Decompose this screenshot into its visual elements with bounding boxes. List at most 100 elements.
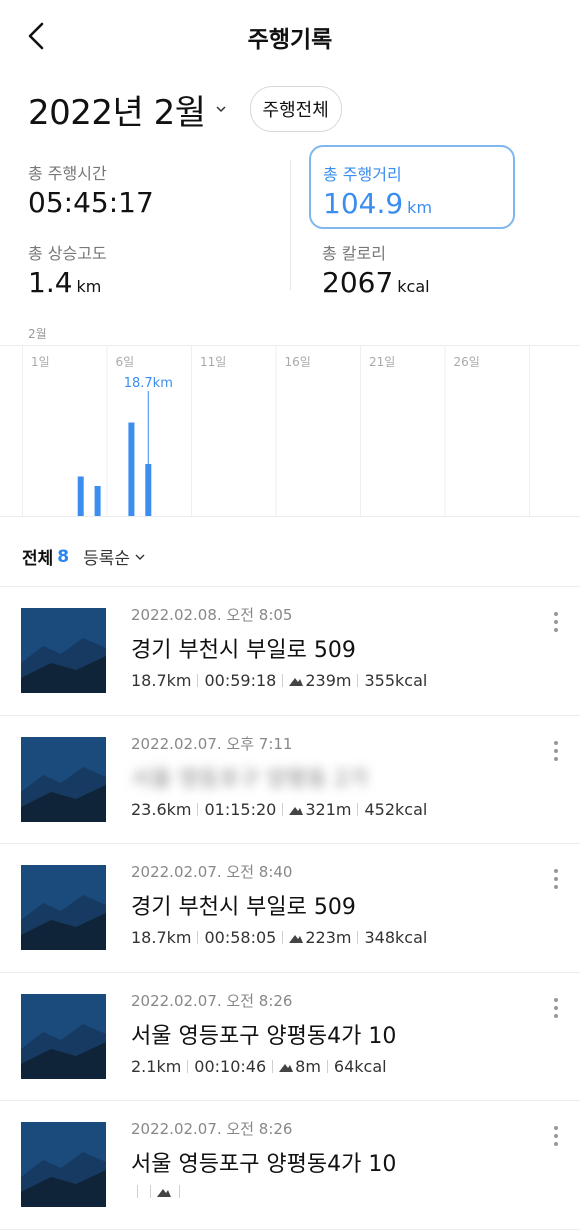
elevation-icon [289,806,304,815]
app-header: 주행기록 [0,0,580,72]
record-item[interactable]: 2022.02.07. 오후 7:11 서울 영등포구 양평동 2가 23.6km 0… [0,715,580,843]
record-distance: 18.7km [131,928,192,947]
record-address: 경기 부천시 부일로 509 [131,638,356,663]
route-thumbnail [21,993,106,1079]
month-selector-row: 2022년 2월 주행전체 [28,84,342,134]
stat-label: 총 주행시간 [28,164,107,183]
list-all-label: 전체 [22,549,54,569]
x-tick-label: 21일 [369,355,395,369]
stat-value: 2067 [322,266,394,299]
page-title: 주행기록 [247,27,333,53]
record-duration: 00:58:05 [204,928,277,947]
record-address: 서울 영등포구 양평동 2가 [131,766,369,792]
record-distance: 18.7km [131,671,192,690]
more-options-icon[interactable] [552,1124,560,1148]
record-metrics: 23.6km 01:15:20 321m 452kcal [131,800,427,819]
x-tick-label: 16일 [285,355,311,369]
ride-filter-button[interactable]: 주행전체 [249,86,342,132]
stat-label: 총 칼로리 [322,244,386,263]
record-item[interactable]: 2022.02.08. 오전 8:05 경기 부천시 부일로 509 18.7km 0… [0,586,580,714]
chart-bar [77,476,84,516]
x-tick-label: 1일 [31,355,50,369]
chevron-down-icon[interactable] [214,102,228,116]
stat-value: 05:45:17 [28,186,154,219]
record-duration: 01:15:20 [204,799,277,819]
stat-value: 104.9 [323,187,404,220]
stat-value-row: 1.4 km [28,266,107,299]
record-duration: 00:10:46 [194,1056,267,1076]
stat-value: 1.4 [28,266,73,299]
record-elevation: 8m [295,1056,321,1076]
metric-separator [197,674,199,687]
record-calories: 64kcal [333,1056,387,1076]
record-metrics: 2.1km 00:10:46 8m 64kcal [131,1057,387,1076]
metric-separator [197,931,199,944]
chart-bar [94,486,101,516]
chart-month-label: 2월 [28,327,47,341]
elevation-icon [157,1189,171,1197]
metric-separator [137,1185,138,1198]
x-tick-label: 26일 [454,355,480,369]
more-options-icon[interactable] [552,610,560,634]
list-count: 8 [57,546,70,567]
record-date: 2022.02.07. 오전 8:26 [131,1120,293,1138]
daily-distance-chart[interactable]: 1일 6일 11일 16일 21일 26일 18.7km [0,345,580,517]
highlight-value-label: 18.7km [124,376,173,391]
record-metrics [131,1185,186,1198]
month-selector[interactable]: 2022년 2월 [28,85,206,134]
more-options-icon[interactable] [552,996,560,1020]
metric-separator [282,674,284,687]
record-item[interactable]: 2022.02.07. 오전 8:26 서울 영등포구 양평동4가 10 2.1km… [0,972,580,1100]
metric-separator [150,1185,151,1198]
metric-separator [187,1059,189,1073]
stat-total-elevation[interactable]: 총 상승고도 1.4 km [28,240,107,299]
stat-total-calories[interactable]: 총 칼로리 2067 kcal [322,240,430,299]
record-date: 2022.02.08. 오전 8:05 [131,606,293,624]
metric-separator [357,931,359,944]
route-thumbnail [21,1122,106,1207]
elevation-icon [279,1063,294,1072]
metric-separator [326,1059,328,1073]
record-elevation: 223m [305,928,352,947]
record-metrics: 18.7km 00:58:05 223m 348kcal [131,928,427,947]
stat-value-row: 2067 kcal [322,266,430,299]
route-thumbnail [21,736,106,822]
elevation-icon [289,935,304,943]
elevation-icon [289,678,304,686]
more-options-icon[interactable] [552,867,560,891]
record-metrics: 18.7km 00:59:18 239m 355kcal [131,671,427,690]
chevron-down-icon[interactable] [134,551,146,563]
record-address: 서울 영등포구 양평동4가 10 [131,1023,397,1049]
record-duration: 00:59:18 [204,671,277,690]
sort-dropdown[interactable]: 등록순 [83,544,130,569]
record-distance: 2.1km [131,1056,182,1076]
record-address: 경기 부천시 부일로 509 [131,895,356,920]
record-address: 서울 영등포구 양평동4가 10 [131,1152,397,1177]
list-header: 전체 8 등록순 [22,544,146,569]
stats-divider [290,160,291,290]
stat-unit: kcal [397,277,430,296]
metric-separator [282,802,284,816]
record-item[interactable]: 2022.02.07. 오전 8:26 서울 영등포구 양평동4가 10 [0,1100,580,1228]
x-tick-label: 6일 [116,355,135,369]
record-elevation: 321m [305,799,352,819]
more-options-icon[interactable] [552,739,560,763]
record-date: 2022.02.07. 오전 8:26 [131,991,293,1010]
record-date: 2022.02.07. 오후 7:11 [131,734,293,753]
stat-total-distance[interactable]: 총 주행거리 104.9 km [309,145,515,229]
list-divider [0,1228,580,1230]
record-elevation: 239m [305,671,352,690]
record-calories: 348kcal [364,928,428,947]
stat-value-row: 104.9 km [323,187,432,220]
metric-separator [357,674,359,687]
stat-label: 총 주행거리 [323,165,402,184]
record-item[interactable]: 2022.02.07. 오전 8:40 경기 부천시 부일로 509 18.7km 0… [0,843,580,971]
stat-label: 총 상승고도 [28,244,107,263]
route-thumbnail [21,865,106,950]
stat-total-time[interactable]: 총 주행시간 05:45:17 [28,160,154,219]
metric-separator [357,802,359,816]
metric-separator [197,802,199,816]
stat-unit: km [76,277,102,296]
record-date: 2022.02.07. 오전 8:40 [131,863,293,881]
record-distance: 23.6km [131,799,192,819]
